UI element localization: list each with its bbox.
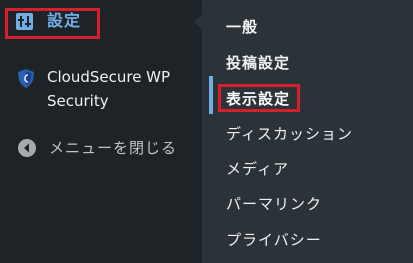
- shield-icon: [18, 69, 34, 92]
- collapse-menu-button[interactable]: メニューを閉じる: [0, 134, 202, 162]
- sidebar-item-cloudsecure-label: CloudSecure WP Security: [47, 68, 171, 110]
- submenu-item-label: パーマリンク: [226, 195, 323, 213]
- sidebar-item-cloudsecure[interactable]: CloudSecure WP Security: [0, 62, 202, 114]
- submenu-item-privacy[interactable]: プライバシー: [202, 226, 413, 254]
- submenu-item-label: 投稿設定: [226, 54, 291, 72]
- admin-sidebar: 設定 CloudSecure WP Security メニューを閉じる: [0, 0, 202, 263]
- flyout-pointer: [194, 14, 202, 30]
- sidebar-item-settings[interactable]: 設定: [0, 0, 202, 44]
- submenu-item-label: プライバシー: [226, 231, 322, 249]
- highlight-box-reading: [218, 84, 300, 112]
- wp-admin-menu: 設定 CloudSecure WP Security メニューを閉じる 一般 投…: [0, 0, 413, 263]
- submenu-item-label: 一般: [226, 18, 259, 36]
- submenu-item-label: メディア: [226, 160, 289, 178]
- settings-sliders-icon: [16, 13, 33, 30]
- sidebar-item-settings-label: 設定: [47, 11, 82, 30]
- submenu-item-writing[interactable]: 投稿設定: [202, 49, 413, 77]
- submenu-item-discussion[interactable]: ディスカッション: [202, 120, 413, 148]
- submenu-item-permalinks[interactable]: パーマリンク: [202, 190, 413, 218]
- collapse-menu-label: メニューを閉じる: [49, 139, 178, 157]
- submenu-item-general[interactable]: 一般: [202, 13, 413, 41]
- submenu-item-label: ディスカッション: [226, 125, 353, 143]
- collapse-arrow-icon: [18, 139, 36, 157]
- submenu-item-media[interactable]: メディア: [202, 155, 413, 183]
- settings-submenu: 一般 投稿設定 表示設定 ディスカッション メディア パーマリンク プライバシー: [202, 0, 413, 263]
